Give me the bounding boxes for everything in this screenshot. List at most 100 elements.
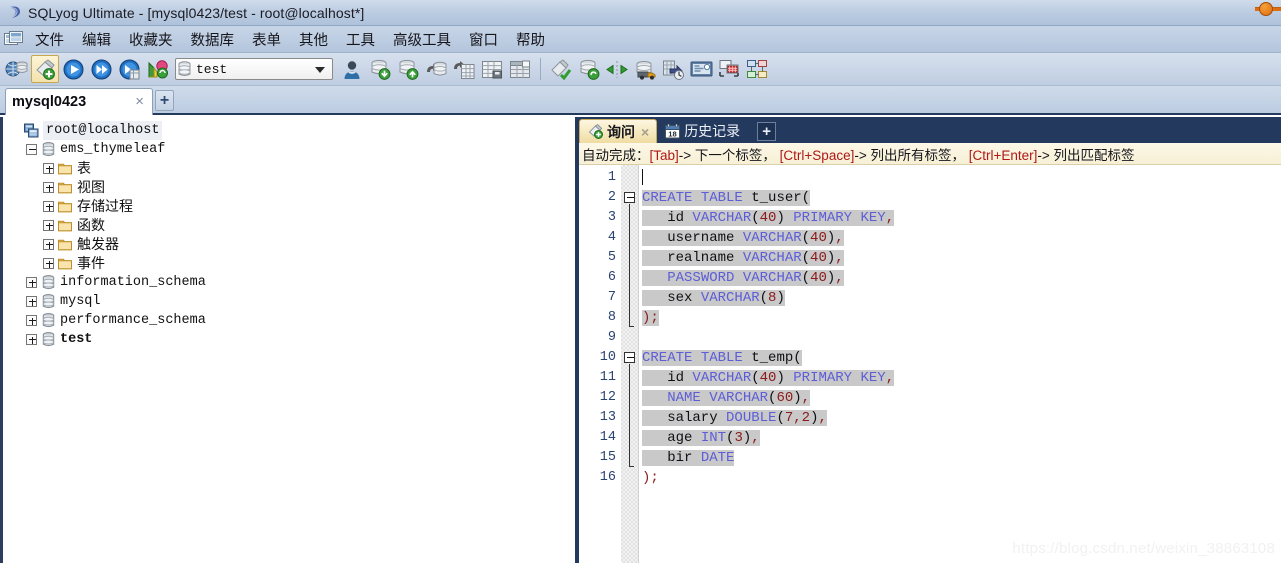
expand-node-icon[interactable] [43,239,54,250]
chevron-down-icon[interactable] [315,67,325,73]
code-fold-end-tick [629,326,634,327]
new-connection-button[interactable] [3,55,31,83]
new-object-button[interactable] [547,55,575,83]
tree-node[interactable]: information_schema [5,273,566,292]
scheduled-backup-button[interactable] [659,55,687,83]
flush-button[interactable] [575,55,603,83]
menu-favorites[interactable]: 收藏夹 [120,26,182,53]
sql-line[interactable]: PASSWORD VARCHAR(40), [639,268,1281,288]
minimize-dot-icon[interactable] [1259,2,1273,16]
migrate-data-button[interactable] [631,55,659,83]
expand-node-icon[interactable] [43,258,54,269]
sql-line[interactable]: bir DATE [639,448,1281,468]
sql-line[interactable]: id VARCHAR(40) PRIMARY KEY, [639,208,1281,228]
menu-file[interactable]: 文件 [26,26,73,53]
tree-node[interactable]: mysql [5,292,566,311]
backup-database-button[interactable] [366,55,394,83]
sql-line[interactable] [639,328,1281,348]
code-fold-margin[interactable] [621,165,639,563]
menu-table[interactable]: 表单 [243,26,290,53]
add-query-tab-button[interactable]: + [757,122,777,141]
sql-monitor-button[interactable] [687,55,715,83]
sql-token: DATE [700,450,735,466]
sql-token: sex [642,290,701,306]
import-external-data-button[interactable] [422,55,450,83]
expand-node-icon[interactable] [43,201,54,212]
execute-all-queries-button[interactable] [87,55,115,83]
expand-node-icon[interactable] [43,163,54,174]
object-browser-pane[interactable]: root@localhost ems_thymeleaf 表视图 存储过程 函数 触发器事… [0,117,566,563]
sql-line[interactable]: sex VARCHAR(8) [639,288,1281,308]
refresh-object-browser-button[interactable] [143,55,171,83]
execute-query-button[interactable] [59,55,87,83]
manage-indexes-button[interactable] [506,55,534,83]
sql-token: , [835,250,844,266]
autocomplete-hint-bar: 自动完成： [Tab]-> 下一个标签， [Ctrl+Space]-> 列出所有… [579,143,1281,165]
sql-line[interactable]: age INT(3), [639,428,1281,448]
window-menu-icon[interactable] [0,28,26,50]
sql-line[interactable]: username VARCHAR(40), [639,228,1281,248]
connection-tab-label: mysql0423 [12,94,87,110]
sql-code-area[interactable]: CREATE TABLE t_user( id VARCHAR(40) PRIM… [639,165,1281,563]
database-select[interactable]: test [175,58,333,80]
sql-token: VARCHAR [742,250,802,266]
new-query-tab-button[interactable] [31,55,59,83]
user-manager-button[interactable] [338,55,366,83]
restore-database-button[interactable] [394,55,422,83]
export-data-button[interactable] [450,55,478,83]
main-toolbar: test [0,53,1281,86]
sql-line[interactable]: realname VARCHAR(40), [639,248,1281,268]
create-table-button[interactable] [478,55,506,83]
tree-node[interactable]: performance_schema [5,311,566,330]
tree-node[interactable]: ems_thymeleaf [5,140,566,159]
expand-node-icon[interactable] [26,277,37,288]
menu-other[interactable]: 其他 [290,26,337,53]
menu-help[interactable]: 帮助 [507,26,554,53]
menu-window[interactable]: 窗口 [460,26,507,53]
expand-node-icon[interactable] [43,220,54,231]
expand-node-icon[interactable] [26,296,37,307]
menu-powertools[interactable]: 高级工具 [384,26,460,53]
tree-node[interactable]: root@localhost [5,121,566,140]
code-fold-toggle[interactable] [624,352,635,363]
menu-tools[interactable]: 工具 [337,26,384,53]
expand-node-icon[interactable] [26,334,37,345]
menu-edit[interactable]: 编辑 [73,26,120,53]
tab-query[interactable]: 询问 × [579,119,658,143]
expand-node-icon[interactable] [26,315,37,326]
execute-query-new-tab-button[interactable] [115,55,143,83]
tree-node[interactable]: 触发器 [5,235,566,254]
collapse-node-icon[interactable] [26,144,37,155]
tree-node[interactable]: test [5,330,566,349]
sql-line[interactable]: NAME VARCHAR(60), [639,388,1281,408]
add-connection-tab-button[interactable]: + [155,90,174,111]
tree-node[interactable]: 函数 [5,216,566,235]
expand-node-icon[interactable] [43,182,54,193]
tree-node[interactable]: 表 [5,159,566,178]
folder-icon [57,237,73,253]
sql-line[interactable]: ); [639,468,1281,488]
tab-history[interactable]: 18 历史记录 [657,119,747,143]
connection-tab-mysql0423[interactable]: mysql0423 × [5,88,153,115]
menu-database[interactable]: 数据库 [182,26,244,53]
sql-line[interactable]: id VARCHAR(40) PRIMARY KEY, [639,368,1281,388]
tree-node[interactable]: 视图 [5,178,566,197]
sql-line-text: PASSWORD VARCHAR(40), [642,270,844,286]
sql-line[interactable]: salary DOUBLE(7,2), [639,408,1281,428]
sql-line[interactable] [639,168,1281,188]
sql-line[interactable]: ); [639,308,1281,328]
close-icon[interactable]: × [641,124,649,140]
sql-line[interactable]: CREATE TABLE t_user( [639,188,1281,208]
hint-shortcut-desc: -> 列出匹配标签 [1037,147,1135,163]
tree-node[interactable]: 事件 [5,254,566,273]
schema-designer-button[interactable] [743,55,771,83]
tree-node[interactable]: 存储过程 [5,197,566,216]
query-builder-button[interactable] [715,55,743,83]
sync-structure-button[interactable] [603,55,631,83]
sql-editor[interactable]: 1 2 3 4 5 6 7 8 9 10 11 12 13 14 15 16 CREATE TABLE t_u… [579,165,1281,563]
code-fold-toggle[interactable] [624,192,635,203]
sql-line[interactable]: CREATE TABLE t_emp( [639,348,1281,368]
new-object-check-icon [551,58,572,80]
close-icon[interactable]: × [133,94,146,111]
